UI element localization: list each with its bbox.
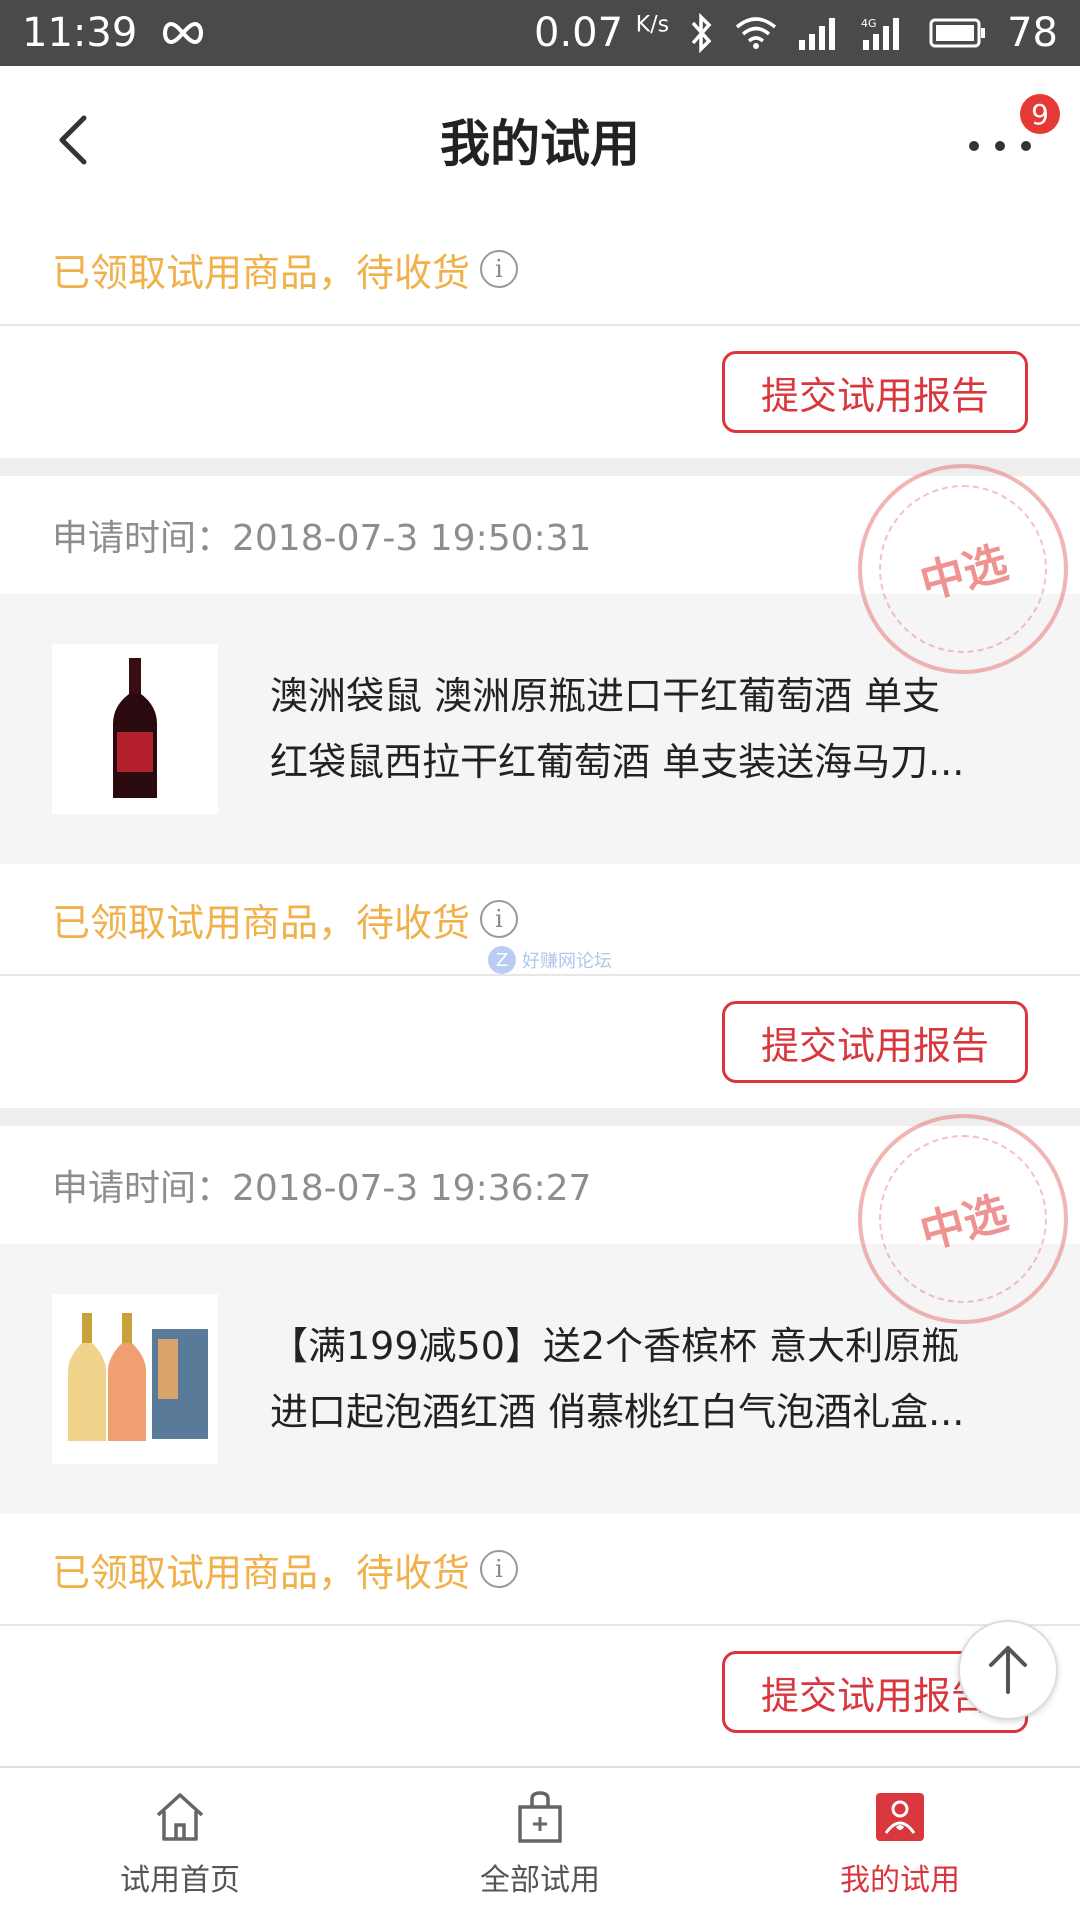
wifi-icon	[735, 17, 777, 49]
arrow-up-icon	[989, 1646, 1027, 1694]
home-icon	[156, 1793, 204, 1841]
trial-card: 申请时间：2018-07-3 19:36:27 中选 【满199减50】送2个香…	[0, 1114, 1080, 1758]
status-time: 11:39	[22, 10, 138, 56]
back-arrow-icon	[59, 115, 87, 165]
my-trial-icon	[876, 1793, 924, 1841]
trial-status-text: 已领取试用商品，待收货	[52, 250, 471, 295]
forum-watermark: Z 好赚网论坛	[488, 946, 612, 974]
infinity-icon	[159, 20, 207, 46]
nav-label: 我的试用	[840, 1863, 960, 1898]
trial-action-row: 提交试用报告	[0, 326, 1080, 458]
nav-label: 全部试用	[480, 1863, 600, 1898]
submit-report-button[interactable]: 提交试用报告	[722, 351, 1028, 433]
trial-action-row: 提交试用报告	[0, 1626, 1080, 1758]
nav-all-trials[interactable]: 全部试用	[360, 1768, 720, 1920]
trial-status-text: 已领取试用商品，待收货	[52, 1550, 471, 1595]
sparkling-wine-gift-box-image	[68, 1313, 208, 1441]
svg-text:4G: 4G	[861, 17, 877, 30]
back-button[interactable]	[48, 110, 108, 170]
bottom-navigation: 试用首页 全部试用 我的试用	[0, 1766, 1080, 1920]
goods-title[interactable]: 澳洲袋鼠 澳洲原瓶进口干红葡萄酒 单支 红袋鼠西拉干红葡萄酒 单支装送海马刀..…	[270, 663, 964, 795]
trial-card: 申请时间：2018-07-3 19:50:31 中选 澳洲袋鼠 澳洲原瓶进口干红…	[0, 464, 1080, 1108]
goods-title[interactable]: 【满199减50】送2个香槟杯 意大利原瓶 进口起泡酒红酒 俏慕桃红白气泡酒礼盒…	[270, 1313, 964, 1445]
battery-icon	[929, 18, 987, 48]
info-icon[interactable]: i	[480, 900, 519, 938]
bag-icon	[518, 1791, 562, 1843]
nav-my-trials[interactable]: 我的试用	[720, 1768, 1080, 1920]
signal-icon	[797, 16, 841, 50]
network-speed: 0.07 K/s	[534, 10, 670, 56]
watermark-logo-icon: Z	[488, 946, 516, 974]
scroll-to-top-button[interactable]	[958, 1620, 1058, 1720]
battery-level: 78	[1007, 10, 1058, 56]
trial-status-row: 已领取试用商品，待收货 i	[0, 214, 1080, 326]
nav-trial-home[interactable]: 试用首页	[0, 1768, 360, 1920]
info-icon[interactable]: i	[480, 250, 519, 288]
page-title: 我的试用	[440, 115, 640, 173]
selected-stamp: 中选	[858, 464, 1068, 674]
goods-thumbnail[interactable]	[52, 644, 218, 814]
app-header: 我的试用 9	[0, 66, 1080, 214]
signal-4g-icon: 4G	[861, 16, 909, 50]
status-bar: 11:39 0.07 K/s 4G 78	[0, 0, 1080, 66]
bluetooth-icon	[689, 13, 715, 53]
more-button[interactable]	[960, 126, 1040, 166]
more-dots-icon	[969, 141, 1031, 151]
submit-report-button[interactable]: 提交试用报告	[722, 1001, 1028, 1083]
trial-action-row: 提交试用报告	[0, 976, 1080, 1108]
trial-list[interactable]: 已领取试用商品，待收货 i 提交试用报告 申请时间：2018-07-3 19:5…	[0, 214, 1080, 1766]
info-icon[interactable]: i	[480, 1550, 519, 1588]
nav-label: 试用首页	[120, 1863, 240, 1898]
trial-status-text: 已领取试用商品，待收货	[52, 900, 471, 945]
trial-status-row: 已领取试用商品，待收货 i	[0, 1514, 1080, 1626]
notification-badge: 9	[1020, 94, 1060, 134]
selected-stamp: 中选	[858, 1114, 1068, 1324]
goods-thumbnail[interactable]	[52, 1294, 218, 1464]
red-wine-bottle-image	[113, 658, 157, 798]
